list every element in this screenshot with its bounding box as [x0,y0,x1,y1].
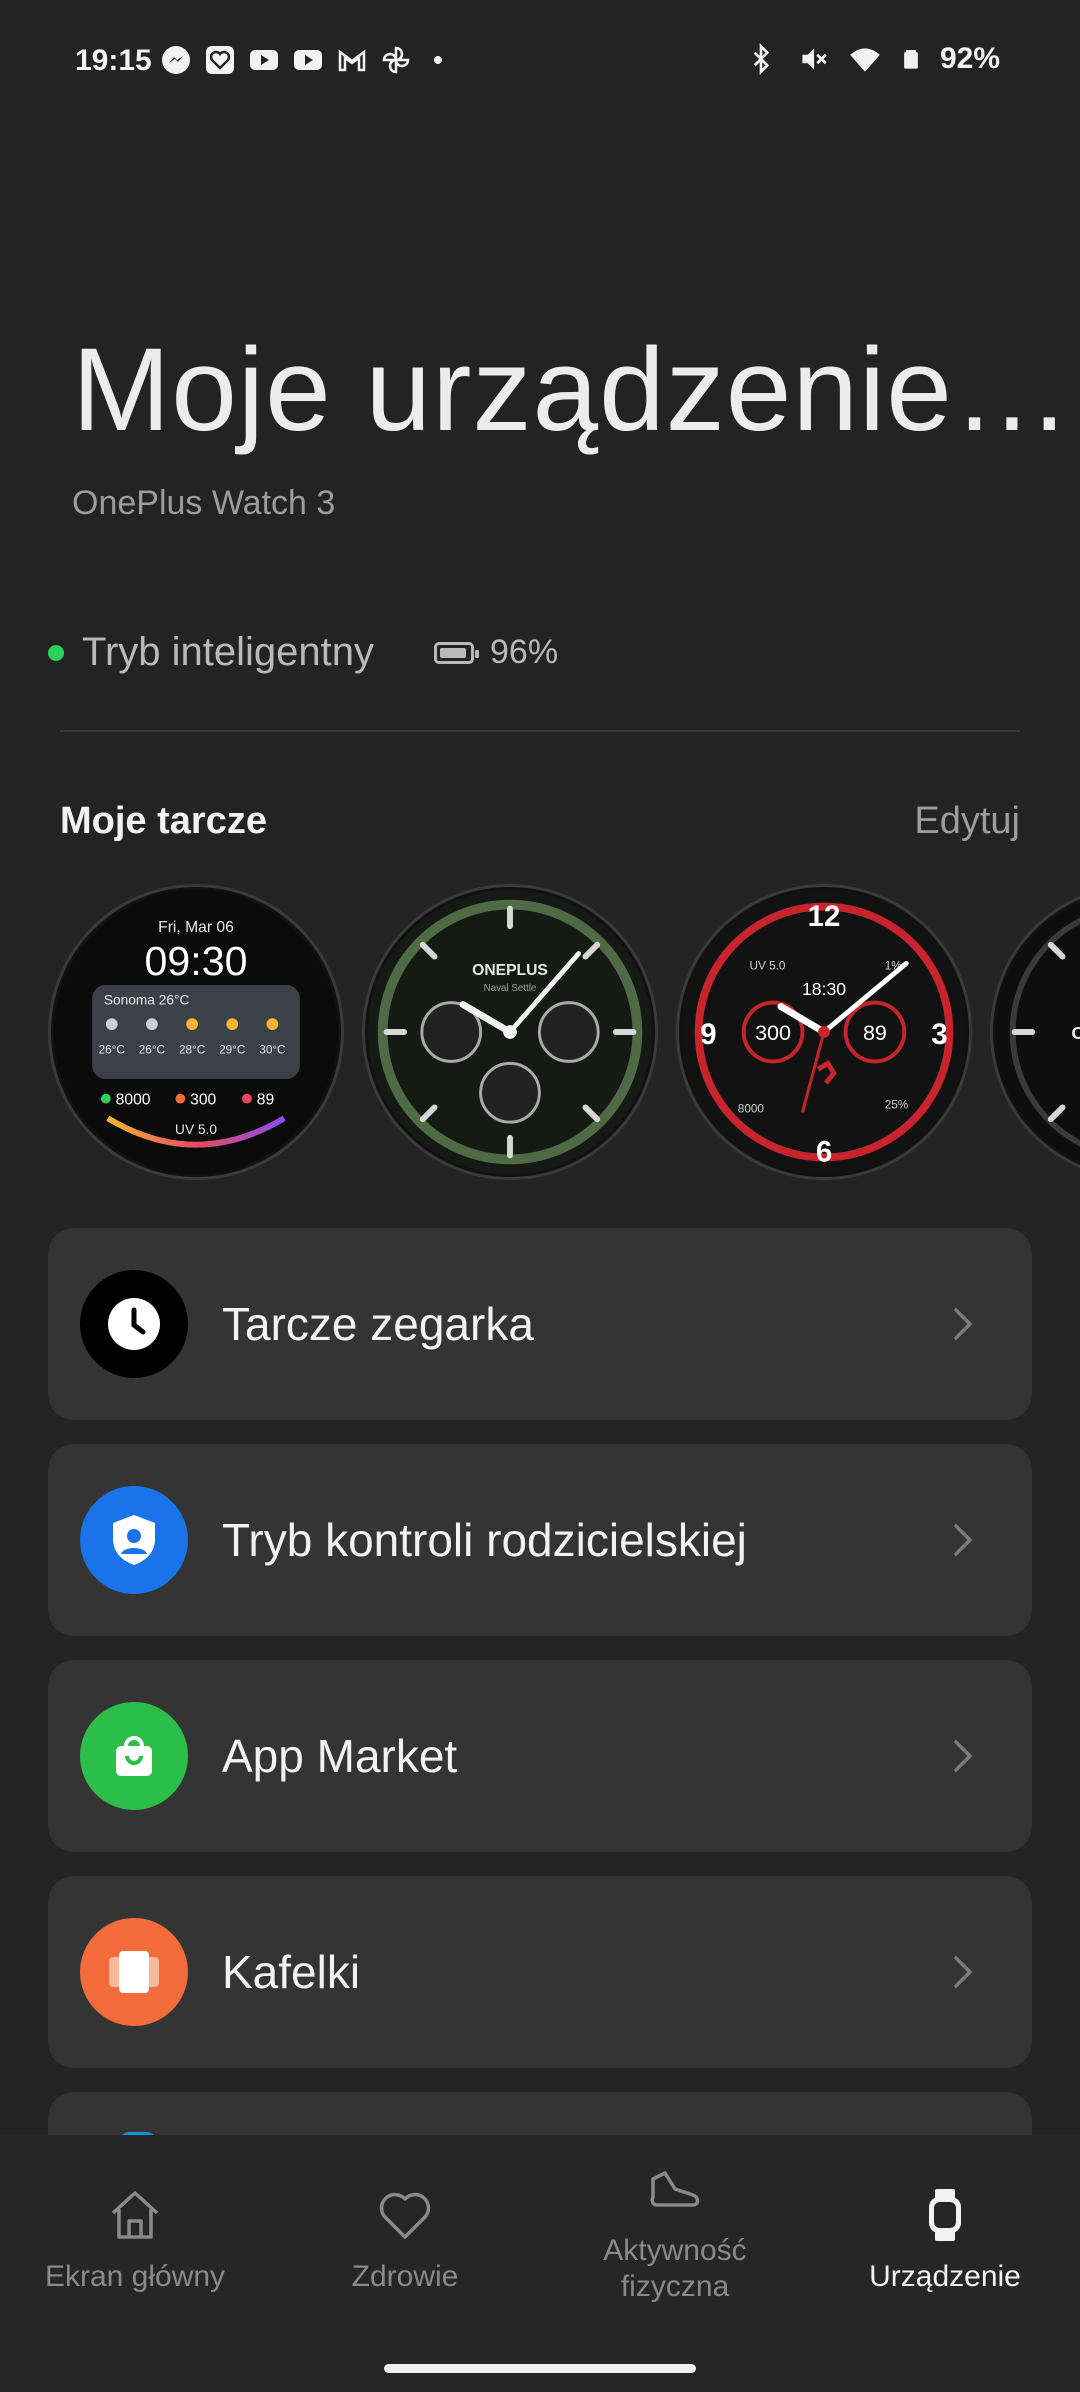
face1-steps: 8000 [116,1092,151,1109]
mode-label: Tryb inteligentny [82,630,374,674]
battery-icon [904,50,918,69]
wifi-icon [850,48,880,72]
nav-label: Ekran główny [44,2260,226,2293]
edit-button[interactable]: Edytuj [914,800,1020,843]
gmail-icon [338,49,366,72]
watch-face-sport[interactable]: 12 3 6 9 18:30 300 89 UV 5.0 1% 8000 25% [676,884,972,1180]
face2-sub: Naval Settle [484,983,537,994]
menu-item-label: Kafelki [222,1946,361,1998]
watch-battery: 96% [434,633,558,672]
heart-icon [379,2192,431,2239]
face2-brand: ONEPLUS [472,962,548,979]
status-bar: 19:15 92% [0,0,1080,130]
face3-uv: UV 5.0 [750,959,786,972]
watch-face-chronograph[interactable]: ONEPLUS Naval Settle [362,884,658,1180]
menu-item-label: Tryb kontroli rodzicielskiej [222,1514,747,1566]
face1-date: Fri, Mar 06 [158,919,234,936]
face3-numeral-9: 9 [700,1018,716,1051]
battery-percent: 92% [939,42,1000,75]
notification-icons [160,44,442,76]
tiles-icon [80,1918,188,2026]
bottom-navigation: Ekran główny Zdrowie Aktywność fizyczna … [0,2135,1080,2392]
home-icon [111,2191,159,2239]
nav-device[interactable]: Urządzenie [810,2185,1080,2295]
bluetooth-icon [753,43,770,75]
watch-face-partial[interactable]: ON [990,884,1080,1180]
face3-right-value: 89 [863,1020,887,1045]
face1-time: 09:30 [145,938,248,984]
chevron-right-icon [954,1308,973,1340]
chevron-right-icon [954,1740,973,1772]
nav-health[interactable]: Zdrowie [270,2185,540,2295]
menu-item-app-market[interactable]: App Market [48,1660,1032,1852]
face1-heart: 89 [257,1092,274,1109]
youtube-icon [294,50,322,70]
menu-item-watch-faces[interactable]: Tarcze zegarka [48,1228,1032,1420]
shoe-icon [650,2171,700,2207]
menu-item-parental-control[interactable]: Tryb kontroli rodzicielskiej [48,1444,1032,1636]
nav-activity[interactable]: Aktywność fizyczna [540,2159,810,2305]
face3-percent-bottom: 25% [885,1098,909,1111]
mute-icon [802,48,827,70]
health-icon [206,46,234,74]
face1-temp-4: 29°C [219,1044,246,1057]
chevron-right-icon [954,1524,973,1556]
watch-battery-value: 96% [490,633,559,671]
more-notifications-dot [434,56,442,64]
face1-calories: 300 [190,1092,216,1109]
face3-left-value: 300 [755,1020,791,1045]
device-name: OnePlus Watch 3 [72,484,336,522]
chevron-right-icon [954,1956,973,1988]
nav-label: Urządzenie [869,2260,1021,2293]
nav-home[interactable]: Ekran główny [0,2185,270,2295]
face1-location: Sonoma 26°C [104,993,190,1008]
battery-icon [434,641,479,664]
shield-user-icon [80,1486,188,1594]
shopping-bag-icon [80,1702,188,1810]
face3-steps: 8000 [738,1102,765,1115]
pinwheel-icon [382,46,410,74]
youtube-icon [250,50,278,70]
system-status: 92% [744,42,1000,76]
face1-temp-5: 30°C [259,1044,286,1057]
messenger-icon [162,46,190,74]
face1-temp-1: 26°C [99,1044,126,1057]
section-title-watch-faces: Moje tarcze [60,800,267,842]
face1-temp-2: 26°C [139,1044,166,1057]
connected-status-dot [48,644,64,661]
face1-temp-3: 28°C [179,1044,206,1057]
watch-faces-carousel[interactable]: Fri, Mar 06 09:30 Sonoma 26°C 26°C 26°C … [48,884,1080,1184]
device-status-row: Tryb inteligentny 96% [48,630,558,675]
face3-time: 18:30 [802,979,846,999]
gesture-home-indicator[interactable] [384,2364,696,2373]
status-time: 19:15 [75,44,152,77]
menu-item-label: Tarcze zegarka [222,1298,534,1350]
face3-numeral-6: 6 [816,1135,832,1168]
page-title: Moje urządzenie… [72,324,1072,456]
menu-item-label: App Market [222,1730,458,1782]
face1-uv: UV 5.0 [175,1122,217,1137]
clock-icon [80,1270,188,1378]
watch-icon [929,2189,961,2241]
face3-numeral-3: 3 [931,1018,947,1051]
face3-numeral-12: 12 [808,900,841,933]
nav-label: Aktywność fizyczna [603,2234,747,2303]
nav-label: Zdrowie [351,2260,459,2293]
menu-item-tiles[interactable]: Kafelki [48,1876,1032,2068]
face4-brand: ON [1071,1023,1080,1043]
divider [60,730,1020,732]
watch-face-digital[interactable]: Fri, Mar 06 09:30 Sonoma 26°C 26°C 26°C … [48,884,344,1180]
